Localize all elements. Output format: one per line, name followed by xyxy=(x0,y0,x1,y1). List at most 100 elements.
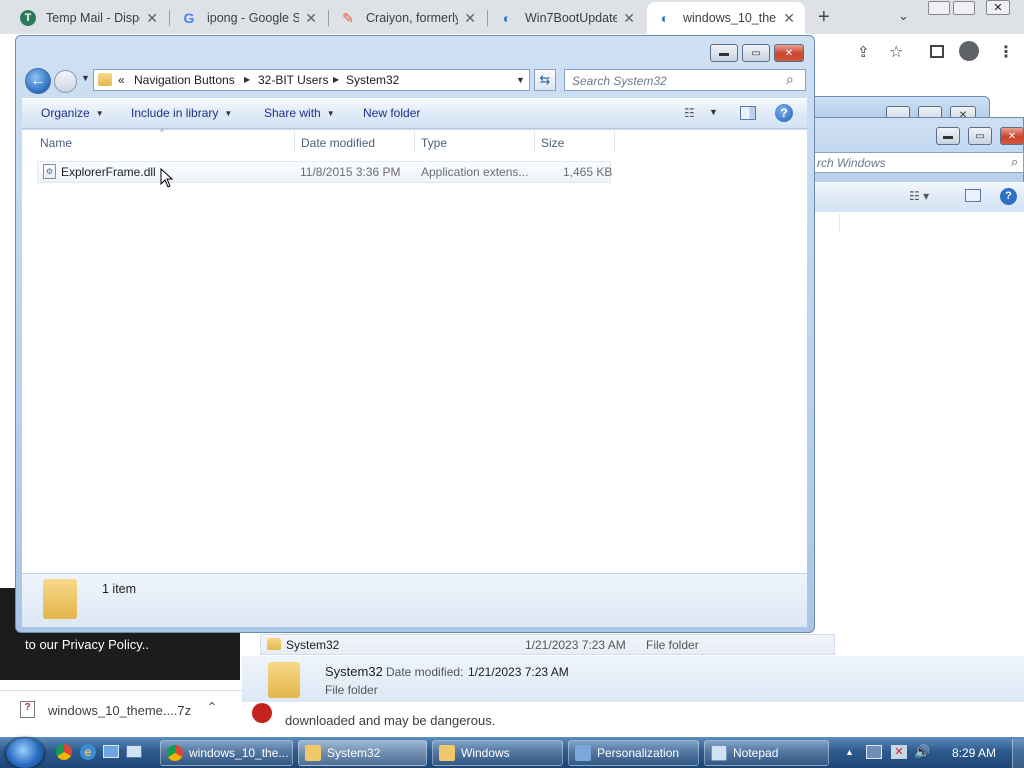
action-center-icon[interactable] xyxy=(866,745,882,759)
column-header-type[interactable]: Type xyxy=(421,136,447,150)
browser-tab-win7bootupdater[interactable]: ◐ Win7BootUpdater ✕ xyxy=(489,2,645,34)
share-icon[interactable]: ⇪ xyxy=(857,43,870,61)
close-button[interactable]: ✕ xyxy=(774,44,804,62)
tab-close-icon[interactable]: ✕ xyxy=(305,10,317,27)
folder-type: File folder xyxy=(646,638,699,652)
file-size: 1,465 KB xyxy=(563,165,613,179)
share-with-button[interactable]: Share with ▼ xyxy=(264,106,335,120)
item-count: 1 item xyxy=(102,582,137,596)
minimize-button[interactable]: ▬ xyxy=(936,127,960,145)
breadcrumb-overflow[interactable]: « xyxy=(118,73,125,87)
tab-close-icon[interactable]: ✕ xyxy=(464,10,476,27)
tab-search-chevron-icon[interactable]: ⌄ xyxy=(898,8,909,24)
new-folder-button[interactable]: New folder xyxy=(363,106,420,120)
search-input[interactable]: rch Windows xyxy=(814,152,1024,173)
column-header-date-modified[interactable]: Date modified xyxy=(301,136,375,150)
restore-button[interactable]: ▭ xyxy=(968,127,992,145)
start-button[interactable] xyxy=(6,738,44,768)
browser-tab-craiyon[interactable]: ✎ Craiyon, formerly ✕ xyxy=(330,2,486,34)
column-separator[interactable] xyxy=(414,131,415,153)
show-hidden-icons[interactable]: ▲ xyxy=(845,747,854,757)
column-separator xyxy=(839,214,840,232)
address-dropdown-icon[interactable]: ▼ xyxy=(516,75,525,85)
more-menu-icon[interactable]: ⋮ xyxy=(998,42,1014,62)
view-dropdown-icon[interactable]: ▼ xyxy=(709,107,718,117)
tab-close-icon[interactable]: ✕ xyxy=(146,10,158,27)
refresh-icon[interactable]: ⇆ xyxy=(534,69,556,91)
help-icon[interactable]: ? xyxy=(1000,188,1017,205)
breadcrumb-32bit-users[interactable]: 32-BIT Users xyxy=(258,73,328,87)
taskbar-item-personalization[interactable]: Personalization xyxy=(568,740,699,766)
breadcrumb-system32[interactable]: System32 xyxy=(346,73,399,87)
show-desktop-icon[interactable] xyxy=(103,745,119,758)
taskbar-item-system32[interactable]: System32 xyxy=(298,740,427,766)
share-with-label: Share with xyxy=(264,106,321,120)
breadcrumb-navigation-buttons[interactable]: Navigation Buttons xyxy=(134,73,235,87)
browser-tab-google[interactable]: G ipong - Google Se ✕ xyxy=(171,2,327,34)
column-separator[interactable] xyxy=(614,131,615,153)
taskbar-item-notepad[interactable]: Notepad xyxy=(704,740,829,766)
tab-separator xyxy=(169,10,170,26)
column-separator[interactable] xyxy=(294,131,295,153)
preview-pane-icon[interactable] xyxy=(965,189,981,202)
personalization-icon xyxy=(575,745,591,761)
taskbar-item-windows[interactable]: Windows xyxy=(432,740,563,766)
win7bootupdater-icon: ◐ xyxy=(660,10,670,26)
column-header-name[interactable]: Name xyxy=(40,136,72,150)
recent-pages-chevron-icon[interactable]: ▼ xyxy=(81,73,90,83)
close-button[interactable]: ✕ xyxy=(1000,127,1024,145)
notepad-icon xyxy=(711,745,727,761)
back-content-pane xyxy=(814,212,1024,632)
win7bootupdater-icon: ◐ xyxy=(502,10,512,26)
breadcrumb-arrow-icon[interactable]: ▶ xyxy=(244,75,250,84)
tempmail-icon: T xyxy=(20,10,36,26)
large-folder-icon xyxy=(43,579,77,619)
search-input[interactable]: Search System32 xyxy=(564,69,806,91)
browser-tab-tempmail[interactable]: T Temp Mail - Dispo ✕ xyxy=(10,2,168,34)
file-name[interactable]: ExplorerFrame.dll xyxy=(61,165,156,179)
organize-button[interactable]: Organize ▼ xyxy=(41,106,104,120)
volume-icon[interactable]: 🔊 xyxy=(914,744,930,760)
change-view-icon[interactable]: ☷ xyxy=(684,106,695,120)
browser-tab-windows10-theme[interactable]: ◐ windows_10_them ✕ xyxy=(647,2,805,34)
bookmark-star-icon[interactable]: ☆ xyxy=(889,42,903,62)
tab-close-icon[interactable]: ✕ xyxy=(783,10,795,27)
folder-icon xyxy=(98,73,112,86)
tab-close-icon[interactable]: ✕ xyxy=(623,10,635,27)
minimize-button[interactable]: ▬ xyxy=(710,44,738,62)
view-options-icon[interactable]: ☷ ▾ xyxy=(909,189,929,203)
column-header-size[interactable]: Size xyxy=(541,136,564,150)
minimize-button[interactable] xyxy=(928,1,950,15)
large-folder-icon xyxy=(268,662,300,698)
clock[interactable]: 8:29 AM xyxy=(952,746,996,760)
side-panel-icon[interactable] xyxy=(930,45,944,58)
preview-pane-icon[interactable] xyxy=(740,106,756,120)
maximize-button[interactable]: ▭ xyxy=(742,44,770,62)
forward-button[interactable] xyxy=(54,70,77,93)
help-icon[interactable]: ? xyxy=(775,104,793,122)
restore-button[interactable] xyxy=(953,1,975,15)
show-desktop-button[interactable] xyxy=(1012,739,1024,768)
search-icon: ⌕ xyxy=(1011,154,1019,169)
download-options-chevron-icon[interactable]: ⌃ xyxy=(206,699,218,716)
taskbar-item-chrome[interactable]: windows_10_the... xyxy=(160,740,293,766)
include-in-library-button[interactable]: Include in library ▼ xyxy=(131,106,232,120)
close-button[interactable]: ✕ xyxy=(986,0,1010,15)
file-date-modified: 11/8/2015 3:36 PM xyxy=(300,165,401,179)
profile-avatar[interactable] xyxy=(959,41,979,61)
folder-icon xyxy=(439,745,455,761)
window-switcher-icon[interactable] xyxy=(126,745,142,758)
network-disconnected-icon[interactable]: ✕ xyxy=(891,745,907,759)
taskbar-item-label: Personalization xyxy=(597,746,680,760)
breadcrumb-arrow-icon[interactable]: ▶ xyxy=(333,75,339,84)
new-tab-button[interactable]: + xyxy=(818,6,830,29)
back-button[interactable]: ← xyxy=(25,68,51,94)
file-list-pane xyxy=(22,130,807,573)
chrome-pinned-icon[interactable] xyxy=(56,744,72,760)
sort-ascending-icon[interactable]: ^ xyxy=(160,128,164,137)
column-separator[interactable] xyxy=(534,131,535,153)
download-filename[interactable]: windows_10_theme....7z xyxy=(48,703,191,718)
privacy-policy-text[interactable]: to our Privacy Policy.. xyxy=(25,637,149,652)
internet-explorer-icon[interactable]: e xyxy=(80,744,96,760)
folder-icon xyxy=(267,638,281,650)
